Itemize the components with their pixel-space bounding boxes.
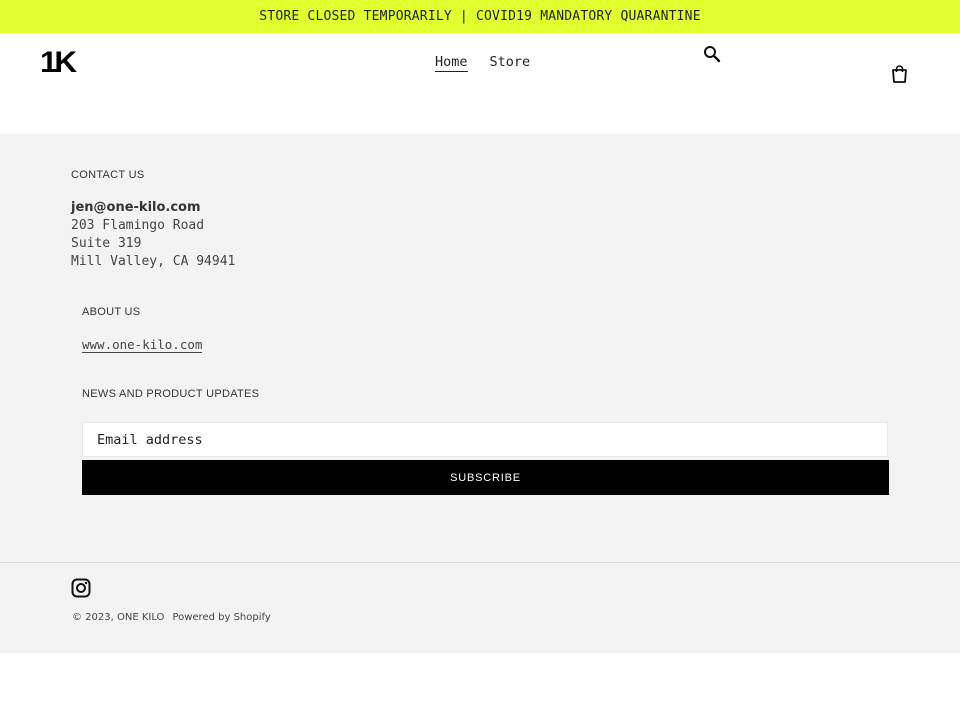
site-logo[interactable]: 1K xyxy=(40,48,77,78)
site-header: 1K Home Store xyxy=(0,33,960,134)
nav-item-store[interactable]: Store xyxy=(490,54,531,72)
copyright: © 2023, ONE KILO Powered by Shopify xyxy=(72,612,271,623)
address-line-3: Mill Valley, CA 94941 xyxy=(71,254,236,269)
contact-title: CONTACT US xyxy=(71,169,145,181)
newsletter-title: NEWS AND PRODUCT UPDATES xyxy=(82,388,260,400)
subscribe-button[interactable]: SUBSCRIBE xyxy=(82,460,889,495)
email-field[interactable] xyxy=(82,422,888,457)
site-footer: CONTACT US jen@one-kilo.com 203 Flamingo… xyxy=(0,134,960,653)
announcement-text: STORE CLOSED TEMPORARILY | COVID19 MANDA… xyxy=(259,9,701,24)
address-line-2: Suite 319 xyxy=(71,236,142,251)
about-title: ABOUT US xyxy=(82,306,141,318)
copyright-text[interactable]: © 2023, ONE KILO xyxy=(72,612,164,623)
powered-by-link[interactable]: Powered by Shopify xyxy=(172,612,270,623)
instagram-icon[interactable] xyxy=(71,578,91,598)
nav-item-home[interactable]: Home xyxy=(435,54,468,72)
footer-divider xyxy=(0,562,960,563)
main-nav: Home Store xyxy=(435,54,530,72)
announcement-bar: STORE CLOSED TEMPORARILY | COVID19 MANDA… xyxy=(0,0,960,33)
search-icon[interactable] xyxy=(703,45,721,63)
address-line-1: 203 Flamingo Road xyxy=(71,218,205,233)
contact-email: jen@one-kilo.com xyxy=(71,200,201,215)
about-website-link[interactable]: www.one-kilo.com xyxy=(82,337,203,353)
cart-icon[interactable] xyxy=(891,65,908,83)
